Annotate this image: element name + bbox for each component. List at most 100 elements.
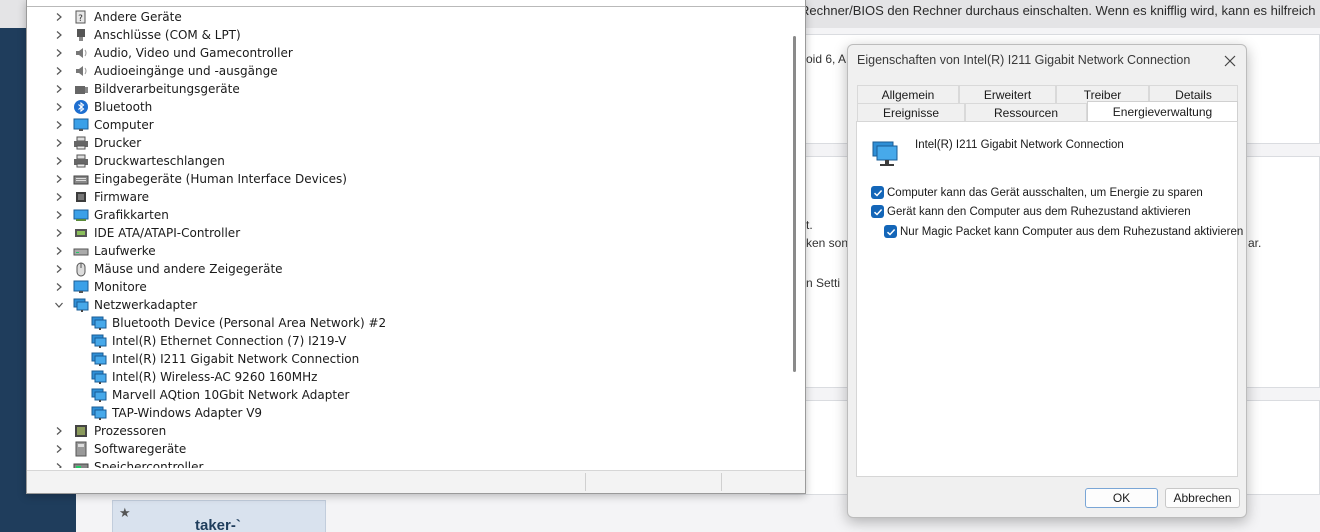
- tree-device[interactable]: Bluetooth Device (Personal Area Network)…: [91, 314, 386, 332]
- ok-button[interactable]: OK: [1085, 488, 1158, 508]
- tree-item-label: Intel(R) Ethernet Connection (7) I219-V: [112, 334, 347, 348]
- tree-device[interactable]: TAP-Windows Adapter V9: [91, 404, 262, 422]
- chevron-right-icon[interactable]: [53, 65, 65, 77]
- tree-item-label: Eingabegeräte (Human Interface Devices): [94, 172, 347, 186]
- tree-device[interactable]: Intel(R) Wireless-AC 9260 160MHz: [91, 368, 317, 386]
- drive-icon: [73, 243, 89, 259]
- tree-category[interactable]: Audio, Video und Gamecontroller: [53, 44, 293, 62]
- tree-category[interactable]: Audioeingänge und -ausgänge: [53, 62, 278, 80]
- device-name: Intel(R) I211 Gigabit Network Connection: [915, 139, 1124, 151]
- tree-category[interactable]: Eingabegeräte (Human Interface Devices): [53, 170, 347, 188]
- user-card[interactable]: ★ taker-`: [112, 500, 326, 532]
- chevron-right-icon[interactable]: [53, 227, 65, 239]
- network-adapter-icon: [91, 387, 107, 403]
- network-adapter-icon: [91, 369, 107, 385]
- checkbox-checked[interactable]: [884, 225, 897, 238]
- tree-category[interactable]: Speichercontroller: [53, 458, 203, 468]
- tree-category[interactable]: Bluetooth: [53, 98, 152, 116]
- checkbox-checked[interactable]: [871, 205, 884, 218]
- tree-item-label: Grafikkarten: [94, 208, 169, 222]
- tree-category[interactable]: ? Andere Geräte: [53, 8, 182, 26]
- chevron-right-icon[interactable]: [53, 155, 65, 167]
- chevron-right-icon[interactable]: [53, 173, 65, 185]
- tree-item-label: Bluetooth Device (Personal Area Network)…: [112, 316, 387, 330]
- tree-item-label: Mäuse und andere Zeigegeräte: [94, 262, 283, 276]
- tree-category[interactable]: Anschlüsse (COM & LPT): [53, 26, 241, 44]
- tree-category[interactable]: Mäuse und andere Zeigegeräte: [53, 260, 283, 278]
- tree-category[interactable]: Drucker: [53, 134, 141, 152]
- network-adapter-icon: [73, 297, 89, 313]
- device-tree[interactable]: ? Andere Geräte Anschlüsse (COM & LPT) Audi…: [29, 8, 789, 468]
- camera-icon: [73, 81, 89, 97]
- tab-erweitert[interactable]: Erweitert: [959, 85, 1056, 103]
- chevron-right-icon[interactable]: [53, 263, 65, 275]
- option-allow-wake[interactable]: Gerät kann den Computer aus dem Ruhezust…: [871, 205, 1191, 218]
- tree-item-label: Speichercontroller: [94, 460, 204, 468]
- tab-ereignisse[interactable]: Ereignisse: [857, 103, 965, 121]
- option-magic-packet-only[interactable]: Nur Magic Packet kann Computer aus dem R…: [884, 225, 1243, 238]
- chevron-right-icon[interactable]: [53, 425, 65, 437]
- tree-category[interactable]: Prozessoren: [53, 422, 166, 440]
- chevron-right-icon[interactable]: [53, 47, 65, 59]
- controller-icon: [73, 225, 89, 241]
- network-adapter-icon: [91, 351, 107, 367]
- tab-energieverwaltung[interactable]: Energieverwaltung: [1087, 101, 1238, 121]
- tree-item-label: Anschlüsse (COM & LPT): [94, 28, 241, 42]
- tree-item-label: Marvell AQtion 10Gbit Network Adapter: [112, 388, 350, 402]
- chevron-right-icon[interactable]: [53, 101, 65, 113]
- vertical-scrollbar[interactable]: [791, 30, 797, 372]
- keyboard-icon: [73, 171, 89, 187]
- tree-category[interactable]: Softwaregeräte: [53, 440, 186, 458]
- chevron-right-icon[interactable]: [53, 281, 65, 293]
- tree-category[interactable]: Druckwarteschlangen: [53, 152, 225, 170]
- post-text-line: Rechner/BIOS den Rechner durchaus einsch…: [800, 3, 1316, 18]
- tree-item-label: Intel(R) Wireless-AC 9260 160MHz: [112, 370, 318, 384]
- tab-ressourcen[interactable]: Ressourcen: [965, 103, 1087, 121]
- tab-panel-energieverwaltung: Intel(R) I211 Gigabit Network Connection…: [856, 121, 1243, 477]
- cpu-icon: [73, 423, 89, 439]
- tree-category[interactable]: Bildverarbeitungsgeräte: [53, 80, 240, 98]
- chevron-right-icon[interactable]: [53, 461, 65, 468]
- tree-device[interactable]: Marvell AQtion 10Gbit Network Adapter: [91, 386, 349, 404]
- chevron-right-icon[interactable]: [53, 29, 65, 41]
- cancel-button[interactable]: Abbrechen: [1165, 488, 1240, 508]
- chip-icon: [73, 189, 89, 205]
- user-name[interactable]: taker-`: [195, 517, 241, 532]
- dialog-title: Eigenschaften von Intel(R) I211 Gigabit …: [857, 53, 1191, 67]
- scrollbar-thumb[interactable]: [793, 36, 796, 372]
- chevron-right-icon[interactable]: [53, 83, 65, 95]
- network-adapter-icon: [91, 315, 107, 331]
- tree-category[interactable]: Grafikkarten: [53, 206, 169, 224]
- tree-device[interactable]: Intel(R) I211 Gigabit Network Connection: [91, 350, 359, 368]
- tree-category[interactable]: Laufwerke: [53, 242, 156, 260]
- option-allow-turn-off[interactable]: Computer kann das Gerät ausschalten, um …: [871, 186, 1203, 199]
- chevron-right-icon[interactable]: [53, 443, 65, 455]
- close-icon[interactable]: [1220, 51, 1240, 71]
- speaker-icon: [73, 45, 89, 61]
- status-divider: [585, 473, 586, 491]
- chevron-down-icon[interactable]: [53, 299, 65, 311]
- svg-text:?: ?: [78, 14, 83, 24]
- tab-allgemein[interactable]: Allgemein: [857, 85, 959, 103]
- post-text-snippet: t.: [806, 218, 813, 232]
- tree-item-label: Computer: [94, 118, 154, 132]
- chevron-right-icon[interactable]: [53, 191, 65, 203]
- chevron-right-icon[interactable]: [53, 245, 65, 257]
- tree-category[interactable]: IDE ATA/ATAPI-Controller: [53, 224, 240, 242]
- tree-category[interactable]: Monitore: [53, 278, 147, 296]
- tree-item-label: Monitore: [94, 280, 147, 294]
- option-label: Gerät kann den Computer aus dem Ruhezust…: [887, 205, 1191, 218]
- chevron-right-icon[interactable]: [53, 209, 65, 221]
- speaker-icon: [73, 63, 89, 79]
- tree-device[interactable]: Intel(R) Ethernet Connection (7) I219-V: [91, 332, 346, 350]
- chevron-right-icon[interactable]: [53, 137, 65, 149]
- mouse-icon: [73, 261, 89, 277]
- chevron-right-icon[interactable]: [53, 119, 65, 131]
- checkbox-checked[interactable]: [871, 186, 884, 199]
- tree-category[interactable]: Netzwerkadapter: [53, 296, 197, 314]
- status-bar: [27, 470, 805, 493]
- tree-category[interactable]: Computer: [53, 116, 154, 134]
- chevron-right-icon[interactable]: [53, 11, 65, 23]
- tree-category[interactable]: Firmware: [53, 188, 149, 206]
- monitor-icon: [73, 117, 89, 133]
